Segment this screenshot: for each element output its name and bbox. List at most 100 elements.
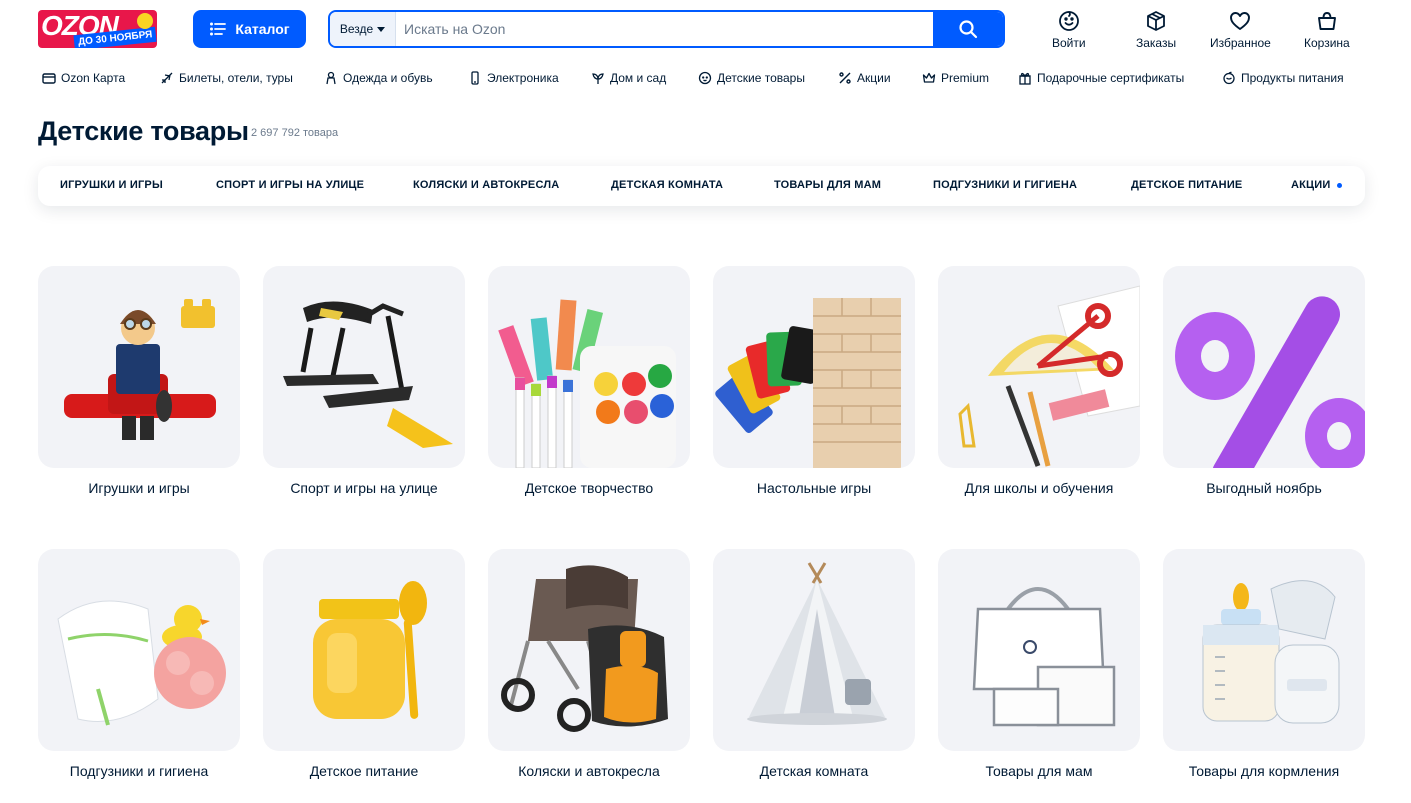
catalog-button[interactable]: Каталог: [193, 10, 306, 48]
nav-item-sales[interactable]: Акции: [838, 68, 891, 88]
teepee-tent-image: [747, 562, 887, 725]
category-image: [938, 266, 1140, 468]
nav-item-ozon-card[interactable]: Ozon Карта: [42, 68, 125, 88]
category-label: Подгузники и гигиена: [69, 763, 209, 779]
category-image: [488, 549, 690, 751]
nav-label: Детские товары: [717, 71, 805, 85]
tab-kids-room[interactable]: ДЕТСКАЯ КОМНАТА: [611, 179, 723, 191]
phone-icon: [471, 71, 479, 85]
paints-markers-image: [498, 299, 676, 468]
percent-sign-image: [1175, 296, 1365, 468]
nav-item-premium[interactable]: Premium: [922, 68, 989, 88]
category-label: Товары для кормления: [1188, 763, 1340, 779]
category-label: Для школы и обучения: [964, 480, 1114, 496]
category-image: [38, 549, 240, 751]
nav-label: Premium: [941, 71, 990, 85]
category-card[interactable]: Детское творчество: [488, 266, 690, 496]
clear-bags-image: [972, 587, 1116, 727]
favorites-button[interactable]: Избранное: [1210, 10, 1271, 50]
category-card[interactable]: Коляски и автокресла: [488, 549, 690, 779]
lego-figure-image: [64, 299, 216, 440]
nav-item-kids[interactable]: Детские товары: [698, 68, 805, 88]
nav-item-gift-cards[interactable]: Подарочные сертификаты: [1018, 68, 1184, 88]
category-card[interactable]: Товары для кормления: [1163, 549, 1365, 779]
category-image: [263, 266, 465, 468]
nav-label: Дом и сад: [610, 71, 667, 85]
cart-button[interactable]: Корзина: [1304, 10, 1350, 50]
search-input[interactable]: [396, 12, 933, 46]
plant-icon: [592, 73, 604, 84]
tab-toys[interactable]: ИГРУШКИ И ИГРЫ: [60, 179, 163, 191]
smile-icon: [1058, 11, 1079, 31]
category-label: Коляски и автокресла: [518, 763, 660, 779]
tab-strollers[interactable]: КОЛЯСКИ И АВТОКРЕСЛА: [413, 179, 559, 191]
percent-icon: [839, 72, 851, 84]
food-icon: [1223, 71, 1235, 85]
category-label: Выгодный ноябрь: [1206, 480, 1322, 496]
category-card[interactable]: Настольные игры: [713, 266, 915, 496]
category-label: Детское питание: [309, 763, 419, 779]
product-count: 2 697 792 товара: [251, 127, 339, 139]
category-image: [713, 266, 915, 468]
category-tabs: ИГРУШКИ И ИГРЫ СПОРТ И ИГРЫ НА УЛИЦЕ КОЛ…: [38, 166, 1365, 206]
nav-label: Подарочные сертификаты: [1037, 71, 1185, 85]
nav-item-clothes[interactable]: Одежда и обувь: [324, 68, 433, 88]
cart-icon: [1317, 12, 1336, 30]
tab-sport[interactable]: СПОРТ И ИГРЫ НА УЛИЦЕ: [216, 179, 364, 191]
ozon-logo[interactable]: OZON ДО 30 НОЯБРЯ: [38, 10, 157, 48]
category-label: Настольные игры: [756, 480, 872, 496]
tab-moms[interactable]: ТОВАРЫ ДЛЯ МАМ: [774, 179, 881, 191]
category-card[interactable]: Подгузники и гигиена: [38, 549, 240, 779]
school-supplies-image: [958, 285, 1140, 467]
cards-jenga-image: [715, 298, 901, 468]
category-label: Спорт и игры на улице: [290, 480, 438, 496]
gift-icon: [1019, 72, 1031, 85]
category-card[interactable]: Товары для мам: [938, 549, 1140, 779]
category-card[interactable]: Спорт и игры на улице: [263, 266, 465, 496]
tab-diapers[interactable]: ПОДГУЗНИКИ И ГИГИЕНА: [933, 179, 1077, 191]
nav-label: Акции: [857, 71, 891, 85]
category-image: [263, 549, 465, 751]
category-card[interactable]: Выгодный ноябрь: [1163, 266, 1365, 496]
nav-item-tickets[interactable]: Билеты, отели, туры: [160, 68, 293, 88]
page-title: Детские товары: [38, 116, 249, 146]
cart-label: Корзина: [1304, 36, 1350, 50]
tab-sales-label: АКЦИИ: [1291, 179, 1331, 191]
tab-baby-food[interactable]: ДЕТСКОЕ ПИТАНИЕ: [1131, 179, 1242, 191]
category-card[interactable]: Детская комната: [713, 549, 915, 779]
catalog-label: Каталог: [235, 21, 290, 37]
category-card[interactable]: Для школы и обучения: [938, 266, 1140, 496]
category-image: [38, 266, 240, 468]
category-label: Товары для мам: [985, 763, 1093, 779]
new-dot-icon: [1336, 182, 1342, 188]
chevron-down-icon: [377, 26, 386, 32]
tab-sales[interactable]: АКЦИИ: [1291, 179, 1342, 191]
favorites-label: Избранное: [1210, 36, 1271, 50]
nav-item-electronics[interactable]: Электроника: [468, 68, 559, 88]
nav-label: Продукты питания: [1241, 71, 1344, 85]
stroller-carseat-image: [501, 565, 668, 732]
baby-food-jar-image: [313, 581, 427, 719]
nav-label: Билеты, отели, туры: [179, 71, 293, 85]
crown-icon: [922, 72, 936, 83]
search-scope-select[interactable]: Везде: [330, 12, 396, 46]
login-button[interactable]: Войти: [1052, 10, 1086, 50]
baby-icon: [698, 71, 712, 85]
orders-button[interactable]: Заказы: [1136, 10, 1176, 50]
search-button[interactable]: [933, 12, 1003, 46]
diapers-duck-image: [57, 600, 226, 726]
bottle-pump-image: [1202, 580, 1340, 724]
search-bar: Везде: [328, 10, 1005, 48]
category-label: Игрушки и игры: [88, 480, 190, 496]
nav-item-food[interactable]: Продукты питания: [1222, 68, 1344, 88]
nav-label: Одежда и обувь: [343, 71, 433, 85]
category-image: [1163, 266, 1365, 468]
heart-icon: [1230, 12, 1251, 30]
category-label: Детское творчество: [524, 480, 654, 496]
search-icon: [959, 20, 978, 39]
category-card[interactable]: Детское питание: [263, 549, 465, 779]
category-label: Детская комната: [759, 763, 869, 779]
nav-item-home-garden[interactable]: Дом и сад: [591, 68, 666, 88]
category-card[interactable]: Игрушки и игры: [38, 266, 240, 496]
nav-label: Электроника: [487, 71, 559, 85]
